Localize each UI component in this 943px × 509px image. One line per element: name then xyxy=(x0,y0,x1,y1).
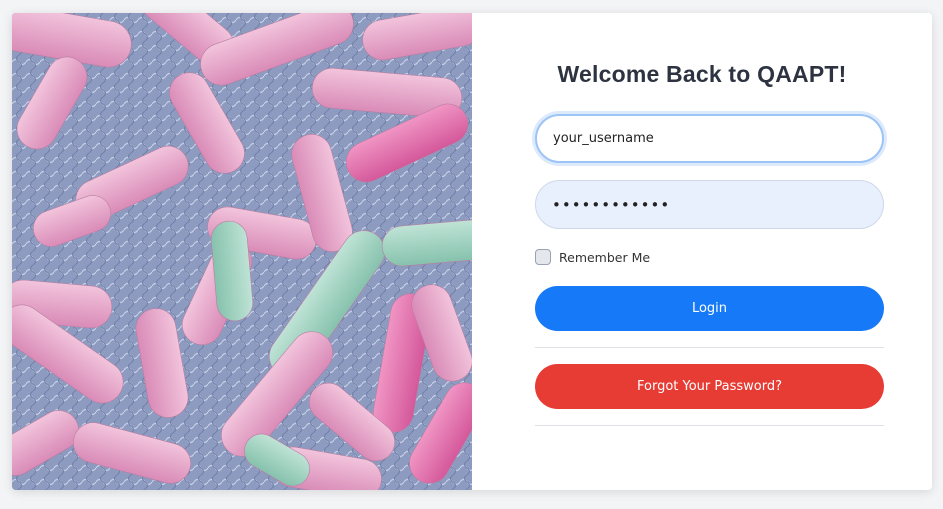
password-input[interactable] xyxy=(535,180,884,229)
remember-me-checkbox[interactable] xyxy=(535,249,551,265)
login-form: Welcome Back to QAAPT! Remember Me Login… xyxy=(472,13,932,490)
username-input[interactable] xyxy=(535,114,884,163)
login-button[interactable]: Login xyxy=(535,286,884,331)
divider xyxy=(535,425,884,426)
forgot-password-button[interactable]: Forgot Your Password? xyxy=(535,364,884,409)
remember-me-row[interactable]: Remember Me xyxy=(535,249,650,265)
bacteria-micrograph-image xyxy=(12,13,472,490)
remember-me-label: Remember Me xyxy=(559,249,651,265)
login-card: Welcome Back to QAAPT! Remember Me Login… xyxy=(12,13,932,490)
divider xyxy=(535,347,884,348)
page-title: Welcome Back to QAAPT! xyxy=(557,61,847,87)
